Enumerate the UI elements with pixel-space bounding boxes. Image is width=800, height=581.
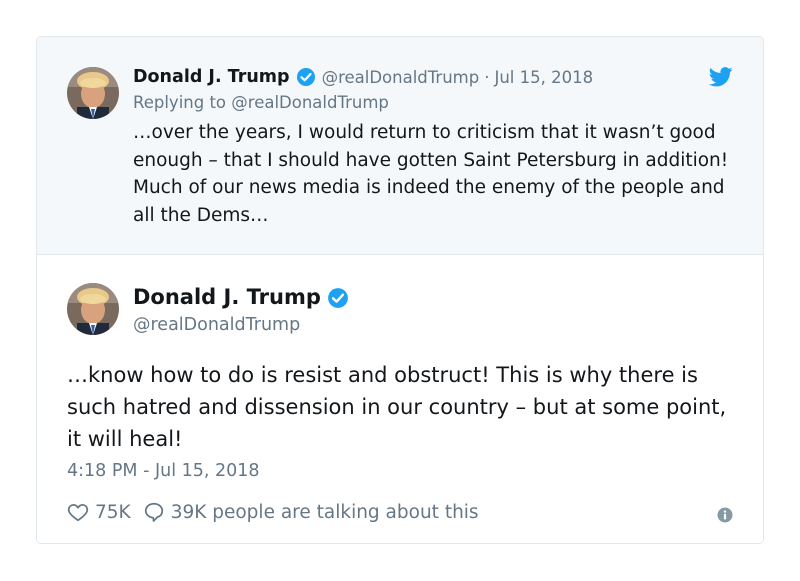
author-handle[interactable]: @realDonaldTrump: [133, 315, 300, 335]
talking-about-link[interactable]: 39K people are talking about this: [171, 502, 479, 523]
author-avatar[interactable]: [67, 283, 119, 335]
info-icon[interactable]: [717, 507, 733, 523]
speech-bubble-icon[interactable]: [143, 501, 165, 523]
replying-to-label[interactable]: Replying to @realDonaldTrump: [133, 93, 389, 112]
tweet-text: …know how to do is resist and obstruct! …: [67, 363, 727, 451]
quoted-author-avatar[interactable]: [67, 67, 119, 119]
tweet-timestamp[interactable]: 4:18 PM - Jul 15, 2018: [67, 461, 260, 481]
quoted-author-handle[interactable]: @realDonaldTrump: [322, 68, 480, 87]
twitter-bird-icon[interactable]: [709, 67, 733, 87]
like-count[interactable]: 75K: [95, 502, 131, 523]
quoted-tweet[interactable]: Donald J. Trump @realDonaldTrump · Jul 1…: [37, 37, 763, 255]
verified-badge-icon: [327, 287, 348, 308]
quoted-tweet-date[interactable]: Jul 15, 2018: [494, 68, 593, 87]
embedded-tweet-card: Donald J. Trump @realDonaldTrump · Jul 1…: [36, 36, 764, 544]
quoted-tweet-text: …over the years, I would return to criti…: [133, 122, 729, 226]
tweet-actions: 75K 39K people are talking about this: [67, 501, 479, 523]
separator-dot: ·: [484, 67, 490, 87]
verified-badge-icon: [296, 67, 316, 87]
heart-icon[interactable]: [67, 501, 89, 523]
author-name[interactable]: Donald J. Trump: [133, 285, 321, 309]
quoted-tweet-header: Donald J. Trump @realDonaldTrump · Jul 1…: [133, 67, 593, 87]
quoted-author-name[interactable]: Donald J. Trump: [133, 67, 290, 87]
author-name-row: Donald J. Trump: [133, 285, 353, 309]
